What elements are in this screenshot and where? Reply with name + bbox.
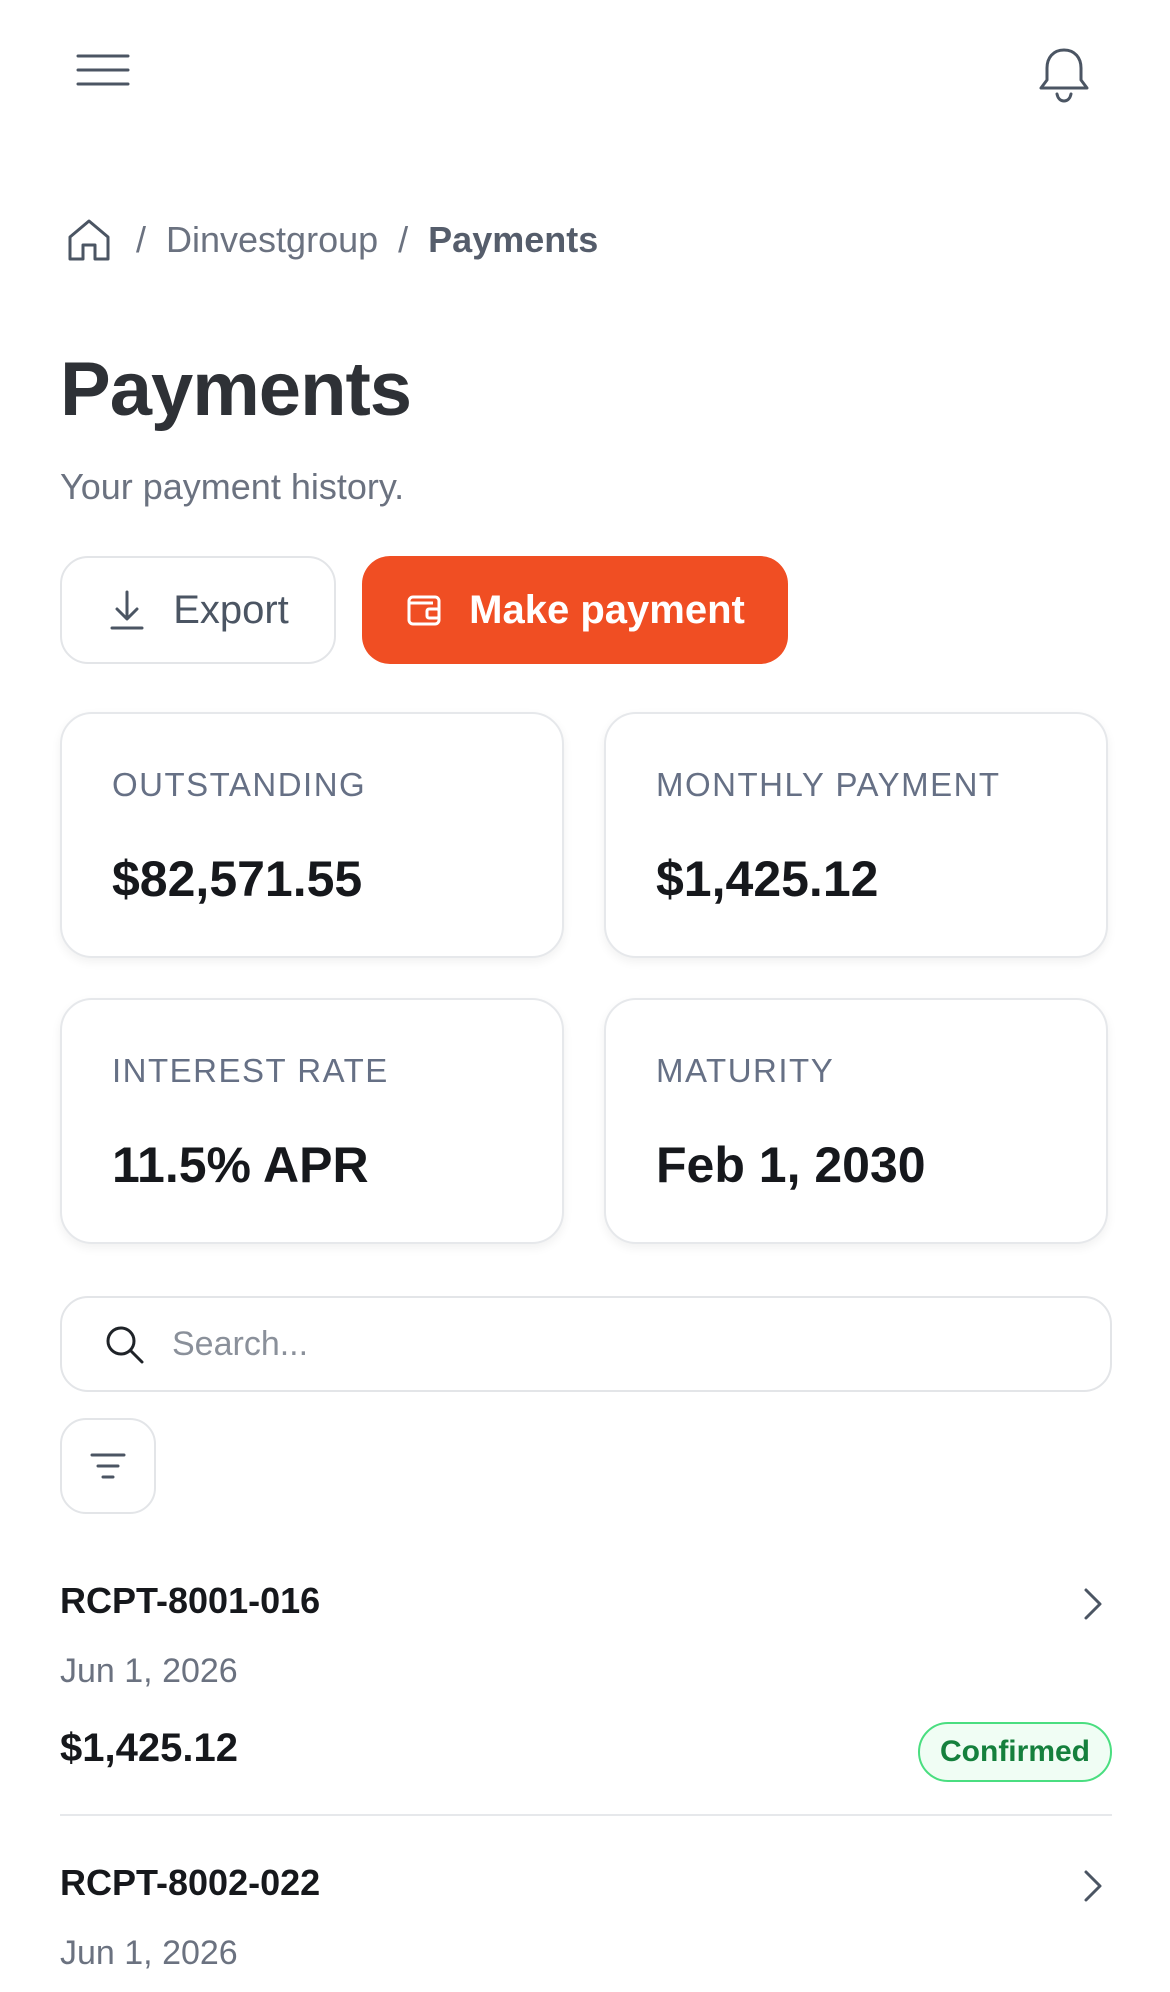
chevron-right-icon	[1084, 1870, 1102, 1902]
breadcrumb: / Dinvestgroup / Payments	[64, 212, 598, 268]
breadcrumb-home[interactable]	[64, 214, 116, 266]
home-icon	[68, 219, 110, 261]
stat-label: MONTHLY PAYMENT	[656, 766, 1001, 803]
wallet-icon	[407, 595, 441, 626]
stat-value: $1,425.12	[656, 851, 879, 907]
page-title: Payments	[60, 347, 412, 432]
payments-page: / Dinvestgroup / Payments Payments Your …	[0, 0, 1170, 1992]
payment-date: Jun 1, 2026	[60, 1934, 238, 1972]
breadcrumb-item-payments: Payments	[428, 219, 599, 260]
notifications-button[interactable]	[1036, 44, 1092, 104]
stat-value: $82,571.55	[112, 851, 363, 907]
stat-label: MATURITY	[656, 1052, 835, 1089]
breadcrumb-separator: /	[398, 219, 409, 260]
status-badge: Confirmed	[918, 1722, 1112, 1782]
stat-card-maturity: MATURITY Feb 1, 2030	[604, 998, 1108, 1244]
search-icon	[106, 1326, 144, 1364]
stat-card-interest-rate: INTEREST RATE 11.5% APR	[60, 998, 564, 1244]
payment-list-item[interactable]: RCPT-8002-022 Jun 1, 2026	[60, 1862, 1112, 1992]
stat-value: 11.5% APR	[112, 1137, 369, 1193]
filter-button[interactable]	[60, 1418, 156, 1514]
stat-label: INTEREST RATE	[112, 1052, 389, 1089]
page-subtitle: Your payment history.	[60, 466, 405, 507]
search-box	[60, 1296, 1112, 1392]
export-button[interactable]: Export	[60, 556, 336, 664]
payment-date: Jun 1, 2026	[60, 1652, 238, 1690]
stat-card-outstanding: OUTSTANDING $82,571.55	[60, 712, 564, 958]
search-input[interactable]	[172, 1314, 1072, 1374]
stat-label: OUTSTANDING	[112, 766, 367, 803]
stat-card-monthly-payment: MONTHLY PAYMENT $1,425.12	[604, 712, 1108, 958]
payment-list-item[interactable]: RCPT-8001-016 Jun 1, 2026 $1,425.12 Conf…	[60, 1580, 1112, 1816]
chevron-right-icon	[1084, 1588, 1102, 1620]
filter-icon	[90, 1453, 126, 1479]
download-icon	[110, 590, 144, 630]
receipt-number: RCPT-8001-016	[60, 1580, 321, 1621]
breadcrumb-item-dinvestgroup[interactable]: Dinvestgroup	[166, 219, 378, 261]
make-payment-button[interactable]: Make payment	[362, 556, 788, 664]
export-button-label: Export	[173, 587, 289, 632]
breadcrumb-separator: /	[136, 219, 147, 260]
receipt-number: RCPT-8002-022	[60, 1862, 321, 1903]
payment-amount: $1,425.12	[60, 1726, 238, 1770]
top-bar	[0, 0, 1170, 140]
stat-value: Feb 1, 2030	[656, 1137, 926, 1193]
make-payment-button-label: Make payment	[469, 587, 745, 632]
bell-icon	[1039, 48, 1089, 103]
hamburger-menu-icon	[76, 54, 130, 86]
menu-button[interactable]	[70, 44, 134, 96]
